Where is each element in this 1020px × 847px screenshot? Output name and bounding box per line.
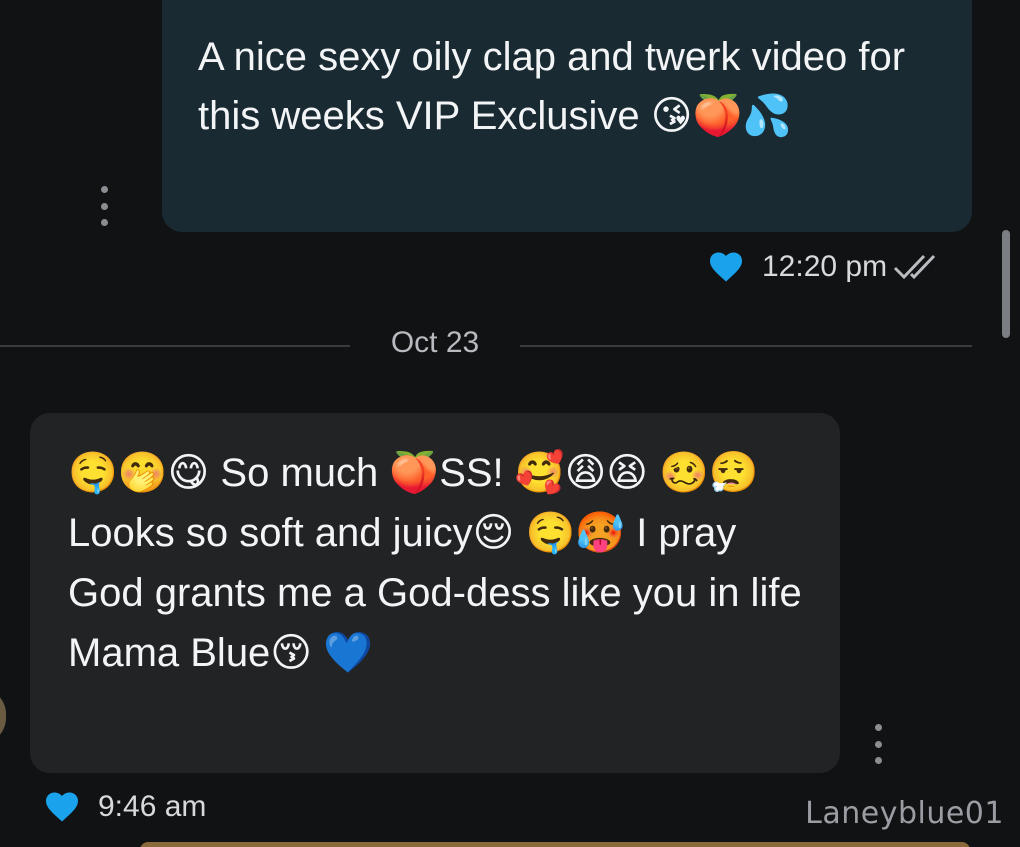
incoming-message-options-icon[interactable]: [872, 724, 884, 764]
heart-icon[interactable]: [44, 791, 80, 823]
scrollbar-thumb[interactable]: [1002, 230, 1010, 338]
outgoing-message-bubble[interactable]: A nice sexy oily clap and twerk video fo…: [162, 0, 972, 232]
chat-screen: A nice sexy oily clap and twerk video fo…: [0, 0, 1020, 847]
sender-username[interactable]: Laneyblue01: [805, 796, 1004, 831]
outgoing-message-options-icon[interactable]: [98, 186, 110, 226]
incoming-message-bubble[interactable]: 🤤🤭😋 So much 🍑SS! 🥰😩😫 🥴😮‍💨 Looks so soft …: [30, 413, 840, 773]
heart-icon[interactable]: [708, 251, 744, 283]
date-divider-line-left: [0, 345, 350, 347]
incoming-message-time: 9:46 am: [98, 790, 207, 823]
next-message-preview: [140, 842, 970, 847]
double-check-icon: [894, 254, 936, 280]
outgoing-message-meta: 12:20 pm: [708, 250, 951, 284]
outgoing-message-text: A nice sexy oily clap and twerk video fo…: [198, 35, 906, 138]
date-divider: Oct 23: [390, 326, 480, 359]
date-divider-line-right: [520, 345, 972, 347]
incoming-message-meta: 9:46 am: [44, 790, 206, 824]
avatar[interactable]: [0, 688, 6, 744]
incoming-message-text: 🤤🤭😋 So much 🍑SS! 🥰😩😫 🥴😮‍💨 Looks so soft …: [68, 451, 802, 675]
outgoing-message-time: 12:20 pm: [762, 250, 888, 283]
